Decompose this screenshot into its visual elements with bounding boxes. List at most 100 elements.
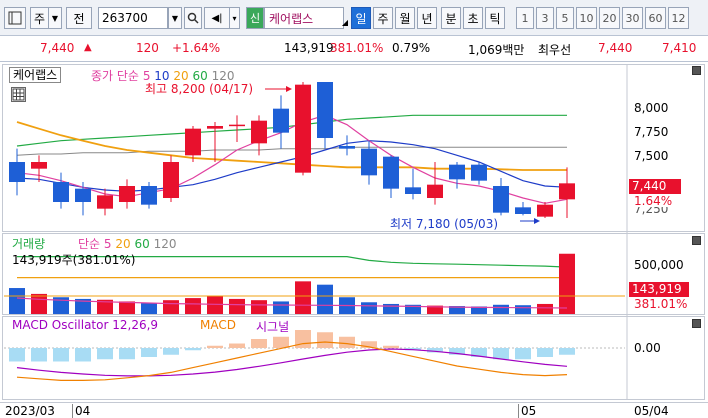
candle-body xyxy=(273,108,289,133)
candle-body xyxy=(471,164,487,181)
stock-code-input[interactable]: 263700 xyxy=(98,7,168,29)
macd-oscillator-bar xyxy=(141,348,157,357)
interval-tab-0[interactable]: 1 xyxy=(516,7,534,29)
period-tab-6[interactable]: 틱 xyxy=(485,7,505,29)
volume-bar xyxy=(31,293,47,314)
all-toggle-button[interactable]: 전 xyxy=(66,7,92,29)
volume-panel-title[interactable]: 거래량 xyxy=(12,235,45,252)
stock-code-dropdown-icon[interactable]: ▼ xyxy=(168,7,182,29)
x-label-april: 04 xyxy=(72,404,90,418)
interval-tab-3[interactable]: 10 xyxy=(576,7,597,29)
vol-ma5-period: 5 xyxy=(103,237,112,251)
period-tab-4[interactable]: 분 xyxy=(441,7,461,29)
last-price-pct: 1.64% xyxy=(634,194,673,208)
interval-tab-6[interactable]: 60 xyxy=(645,7,666,29)
volume-bar xyxy=(493,304,509,314)
last-price-marker: 7,440 xyxy=(629,179,681,194)
candle-body xyxy=(251,120,267,144)
candle-body xyxy=(97,195,113,209)
candle-body xyxy=(119,186,135,202)
macd-oscillator-bar xyxy=(493,348,509,360)
volume-bar xyxy=(273,301,289,314)
volume-bar xyxy=(361,302,377,314)
interval-tab-1[interactable]: 3 xyxy=(536,7,554,29)
code-type-dropdown-icon[interactable]: ▼ xyxy=(48,7,62,29)
period-tab-5[interactable]: 초 xyxy=(463,7,483,29)
macd-oscillator-bar xyxy=(559,348,575,355)
volume-bar xyxy=(163,300,179,314)
period-tab-1[interactable]: 주 xyxy=(373,7,393,29)
macd-oscillator-bar xyxy=(97,348,113,360)
min-price-label: 최저 7,180 (05/03) xyxy=(390,217,499,231)
volume-bar xyxy=(559,253,575,314)
code-type-label: 주 xyxy=(30,7,48,29)
macd-tick-zero: 0.00 xyxy=(634,341,661,355)
x-axis: 2023/03 04 05 05/04 xyxy=(0,402,708,418)
price-change: 120 xyxy=(136,41,159,55)
search-icon[interactable] xyxy=(184,7,202,29)
x-label-current: 05/04 xyxy=(634,404,669,418)
macd-oscillator-bar xyxy=(383,345,399,348)
macd-panel-close-icon[interactable] xyxy=(692,319,701,328)
volume-ma-label-text: 단순 xyxy=(78,237,101,251)
price-panel-title[interactable]: 케어랩스 xyxy=(9,67,62,83)
candle-body xyxy=(295,84,311,173)
candle-body xyxy=(229,124,245,127)
volume-value: 143,919 xyxy=(284,41,334,55)
best-ask: 7,440 xyxy=(598,41,633,55)
candle-body xyxy=(31,162,47,169)
ma120-line xyxy=(16,146,567,156)
volume-bar xyxy=(119,301,135,314)
period-tab-0[interactable]: 일 xyxy=(351,7,371,29)
interval-tab-2[interactable]: 5 xyxy=(556,7,574,29)
interval-tab-5[interactable]: 30 xyxy=(622,7,643,29)
candle-body xyxy=(515,207,531,214)
period-tab-3[interactable]: 년 xyxy=(417,7,437,29)
speaker-dropdown-icon[interactable]: ▾ xyxy=(230,7,240,29)
macd-oscillator-bar xyxy=(119,348,135,360)
candle-body xyxy=(317,82,333,138)
volume-bar xyxy=(9,288,25,314)
candle-body xyxy=(449,164,465,180)
volume-bar xyxy=(251,300,267,314)
interval-tab-4[interactable]: 20 xyxy=(599,7,620,29)
candle-body xyxy=(53,182,69,202)
candle-body xyxy=(9,162,25,182)
macd-panel-title[interactable]: MACD Oscillator 12,26,9 xyxy=(12,318,158,332)
volume-bar xyxy=(295,281,311,314)
macd-oscillator-bar xyxy=(229,343,245,348)
current-price: 7,440 xyxy=(40,41,75,55)
volume-bar xyxy=(537,303,553,314)
price-ma-label-text: 종가 단순 xyxy=(91,69,139,83)
candle-body xyxy=(427,184,443,198)
candle-body xyxy=(207,126,223,129)
candle-body xyxy=(559,183,575,200)
price-tick-8000: 8,000 xyxy=(634,101,669,115)
volume-value-text: 143,919주(381.01%) xyxy=(12,253,136,267)
interval-tab-7[interactable]: 12 xyxy=(668,7,689,29)
quote-bar: 7,440 ▲ 120 +1.64% 143,919 381.01% 0.79%… xyxy=(0,36,708,62)
macd-oscillator-bar xyxy=(163,348,179,355)
min-arrow-head xyxy=(534,218,540,224)
macd-oscillator-bar xyxy=(273,336,289,348)
grid-table-icon[interactable] xyxy=(11,87,26,102)
macd-oscillator-bar xyxy=(317,332,333,348)
macd-oscillator-bar xyxy=(185,348,201,351)
candle-body xyxy=(163,162,179,198)
candle-body xyxy=(361,148,377,176)
candle-body xyxy=(537,204,553,217)
vol-ma120-period: 120 xyxy=(153,237,177,251)
price-panel-close-icon[interactable] xyxy=(692,66,701,75)
chart-menu-icon[interactable] xyxy=(4,7,26,29)
period-tab-2[interactable]: 월 xyxy=(395,7,415,29)
candle-body xyxy=(493,186,509,213)
candle-body xyxy=(405,187,421,194)
macd-oscillator-bar xyxy=(251,339,267,348)
speaker-icon[interactable]: ◀| xyxy=(204,7,230,29)
volume-panel-close-icon[interactable] xyxy=(692,236,701,245)
volume-bar xyxy=(141,303,157,314)
x-label-start: 2023/03 xyxy=(5,404,55,418)
stock-name-field: 케어랩스 xyxy=(264,7,344,29)
price-tick-7500: 7,500 xyxy=(634,149,669,163)
x-label-may: 05 xyxy=(518,404,536,418)
